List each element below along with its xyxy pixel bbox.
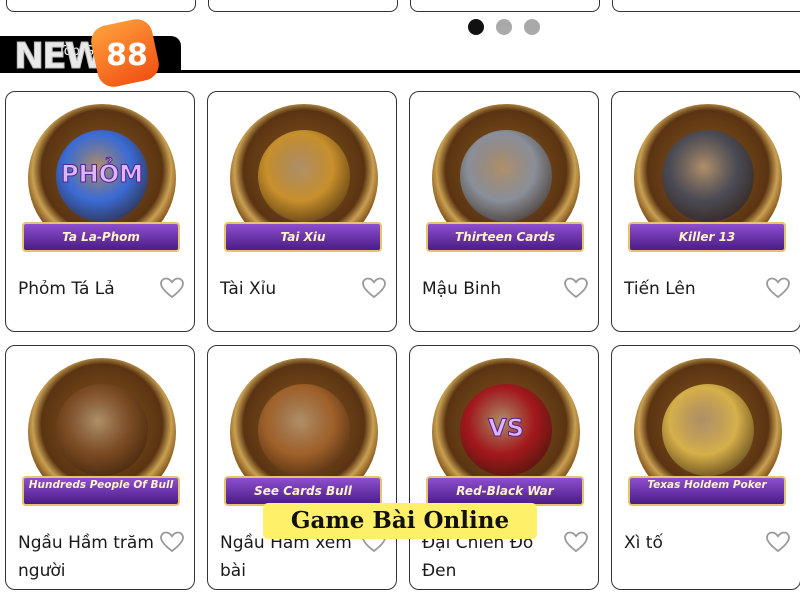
game-card[interactable]: Thirteen Cards Mậu Binh (409, 91, 599, 332)
carousel-dots (468, 19, 540, 35)
game-art: VS Red-Black War (420, 358, 590, 520)
game-art-banner: Red-Black War (426, 476, 584, 506)
heart-icon[interactable] (564, 531, 588, 553)
game-card[interactable]: Texas Holdem Poker Xì tố (611, 345, 800, 590)
previous-card-edge (612, 0, 800, 12)
heart-icon[interactable] (160, 531, 184, 553)
game-title: Tiến Lên (624, 279, 696, 299)
game-art-theme: VS (460, 384, 552, 476)
game-title: Mậu Binh (422, 279, 502, 299)
game-art-banner-text: Thirteen Cards (454, 230, 556, 244)
previous-card-edge (208, 0, 398, 12)
game-art: Killer 13 (622, 104, 792, 266)
game-art-banner-text: Killer 13 (678, 230, 736, 244)
game-card[interactable]: Killer 13 Tiến Lên (611, 91, 800, 332)
caption-overlay: Game Bài Online (263, 503, 537, 539)
game-art-banner: Hundreds People Of Bull (22, 476, 180, 506)
heart-icon[interactable] (564, 277, 588, 299)
game-art-theme (662, 384, 754, 476)
game-title: Ngầu Hầm trăm người (18, 533, 154, 581)
game-card[interactable]: Tai Xiu Tài Xỉu (207, 91, 397, 332)
game-art-theme (258, 384, 350, 476)
game-card[interactable]: Hundreds People Of Bull Ngầu Hầm trăm ng… (5, 345, 195, 590)
game-art-banner-text: Hundreds People Of Bull (28, 479, 174, 491)
heart-icon[interactable] (766, 531, 790, 553)
previous-card-edge (410, 0, 600, 12)
heart-icon[interactable] (766, 277, 790, 299)
game-art: Thirteen Cards (420, 104, 590, 266)
new88-logo: NEW 88 (13, 16, 164, 90)
game-art-theme: PHỎM (56, 130, 148, 222)
game-card[interactable]: PHỎM Ta La-Phom Phỏm Tá Lả (5, 91, 195, 332)
game-art: See Cards Bull (218, 358, 388, 520)
game-art-banner-text: Ta La-Phom (62, 230, 140, 244)
game-art-theme (662, 130, 754, 222)
heart-icon[interactable] (362, 277, 386, 299)
game-title: Xì tố (624, 533, 663, 553)
game-art-banner: Tai Xiu (224, 222, 382, 252)
game-art-banner-text: Red-Black War (456, 484, 554, 498)
game-art-theme (56, 384, 148, 476)
game-card[interactable]: See Cards Bull Ngầu Hầm xem bài (207, 345, 397, 590)
game-art-banner-text: See Cards Bull (254, 484, 352, 498)
game-art-banner: See Cards Bull (224, 476, 382, 506)
game-art-theme (460, 130, 552, 222)
game-title: Phỏm Tá Lả (18, 279, 115, 299)
game-art-banner: Ta La-Phom (22, 222, 180, 252)
game-art: PHỎM Ta La-Phom (16, 104, 186, 266)
game-art-banner-text: Tai Xiu (280, 230, 326, 244)
carousel-dot[interactable] (524, 19, 540, 35)
game-art: Tai Xiu (218, 104, 388, 266)
carousel-dot[interactable] (468, 19, 484, 35)
game-art-banner: Killer 13 (628, 222, 786, 252)
carousel-dot[interactable] (496, 19, 512, 35)
game-art: Texas Holdem Poker (622, 358, 792, 520)
game-card[interactable]: VS Red-Black War Đại Chiến Đỏ Đen (409, 345, 599, 590)
game-art-label: VS (488, 414, 525, 443)
game-art: Hundreds People Of Bull (16, 358, 186, 520)
game-art-banner-text: Texas Holdem Poker (647, 479, 767, 491)
heart-icon[interactable] (160, 277, 184, 299)
previous-card-edge (6, 0, 196, 12)
game-title: Tài Xỉu (220, 279, 277, 299)
game-art-banner: Texas Holdem Poker (628, 476, 786, 506)
game-art-theme (258, 130, 350, 222)
game-art-banner: Thirteen Cards (426, 222, 584, 252)
game-art-label: PHỎM (61, 160, 144, 189)
logo-number: 88 (106, 38, 148, 73)
logo-word: NEW (13, 36, 104, 78)
